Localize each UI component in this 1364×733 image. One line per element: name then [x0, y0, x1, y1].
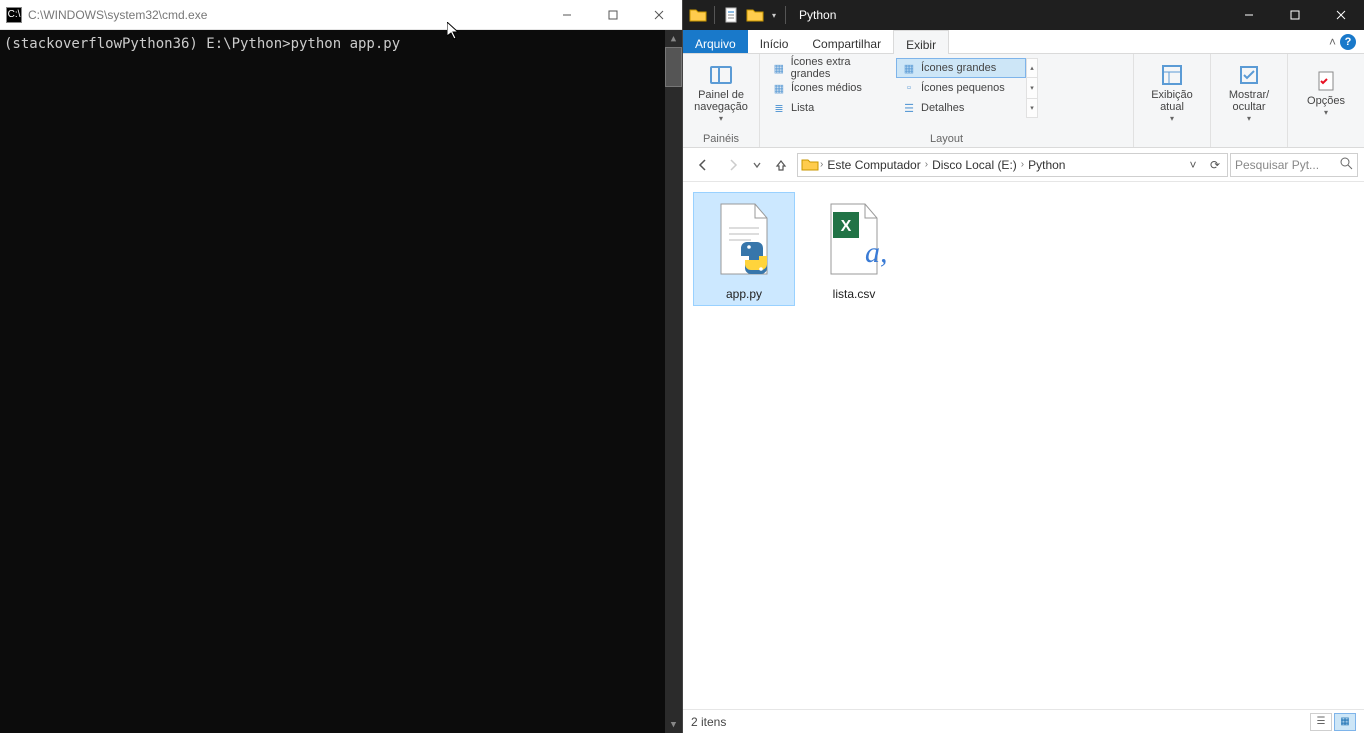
- file-item-app-py[interactable]: app.py: [693, 192, 795, 306]
- explorer-title: Python: [793, 8, 1226, 22]
- view-medium-icons[interactable]: ▦Ícones médios: [766, 78, 896, 98]
- view-small-icons[interactable]: ▫Ícones pequenos: [896, 78, 1026, 98]
- navigation-pane-icon: [710, 66, 732, 84]
- cmd-titlebar[interactable]: C:\ C:\WINDOWS\system32\cmd.exe: [0, 0, 682, 30]
- ribbon-group-layout-label: Layout: [766, 131, 1127, 145]
- show-hide-label: Mostrar/ ocultar: [1218, 89, 1280, 114]
- back-button[interactable]: [689, 151, 717, 179]
- ribbon-group-panes: Painel de navegação ▾ Painéis: [683, 54, 760, 147]
- cmd-scrollbar[interactable]: ▲ ▼: [665, 30, 682, 733]
- layout-gallery-spinner[interactable]: ▴▾▾: [1026, 58, 1038, 118]
- file-name: lista.csv: [833, 287, 876, 301]
- python-file-icon: [704, 197, 784, 283]
- ribbon-group-panes-label: Painéis: [689, 131, 753, 145]
- tab-view[interactable]: Exibir: [893, 30, 949, 54]
- navigation-pane-label: Painel de navegação: [690, 89, 752, 114]
- view-list[interactable]: ≣Lista: [766, 98, 896, 118]
- scroll-track[interactable]: [665, 87, 682, 716]
- qat-dropdown-icon[interactable]: ▾: [768, 11, 780, 20]
- search-input[interactable]: Pesquisar Pyt...: [1230, 153, 1358, 177]
- status-bar: 2 itens ☰ ▦: [683, 709, 1364, 733]
- ribbon-group-current-view: Exibição atual ▾ x: [1134, 54, 1211, 147]
- search-placeholder: Pesquisar Pyt...: [1235, 158, 1319, 172]
- file-name: app.py: [726, 287, 762, 301]
- qat-folder-icon[interactable]: [687, 4, 709, 26]
- tab-file[interactable]: Arquivo: [683, 30, 748, 53]
- address-row: › Este Computador › Disco Local (E:) › P…: [683, 148, 1364, 182]
- qat-properties-icon[interactable]: [720, 4, 742, 26]
- search-icon: [1340, 157, 1353, 173]
- scroll-thumb[interactable]: [665, 47, 682, 87]
- breadcrumb-segment[interactable]: Este Computador: [823, 158, 924, 172]
- status-icons-view-button[interactable]: ▦: [1334, 713, 1356, 731]
- options-button[interactable]: Opções ▾: [1294, 58, 1358, 124]
- maximize-button[interactable]: [590, 0, 636, 29]
- qat-newfolder-icon[interactable]: [744, 4, 766, 26]
- breadcrumb-segment[interactable]: Disco Local (E:): [928, 158, 1021, 172]
- view-large-icons[interactable]: ▦Ícones grandes: [896, 58, 1026, 78]
- help-icon[interactable]: ?: [1340, 34, 1356, 50]
- tab-share[interactable]: Compartilhar: [800, 30, 893, 53]
- csv-file-icon: X a,: [814, 197, 894, 283]
- ribbon-group-layout: ▦Ícones extra grandes ▦Ícones médios ≣Li…: [760, 54, 1134, 147]
- cmd-icon: C:\: [6, 7, 22, 23]
- forward-button[interactable]: [719, 151, 747, 179]
- close-button[interactable]: [1318, 0, 1364, 30]
- current-view-label: Exibição atual: [1141, 89, 1203, 114]
- address-dropdown-button[interactable]: ˅: [1183, 155, 1203, 175]
- qat-separator: [714, 6, 715, 24]
- tab-home[interactable]: Início: [748, 30, 801, 53]
- status-details-view-button[interactable]: ☰: [1310, 713, 1332, 731]
- qat-separator-2: [785, 6, 786, 24]
- refresh-button[interactable]: ⟳: [1205, 155, 1225, 175]
- cmd-window: C:\ C:\WINDOWS\system32\cmd.exe (stackov…: [0, 0, 682, 733]
- svg-text:a,: a,: [865, 236, 888, 269]
- file-item-lista-csv[interactable]: X a, lista.csv: [803, 192, 905, 306]
- svg-text:X: X: [841, 218, 852, 235]
- navigation-pane-button[interactable]: Painel de navegação ▾: [689, 58, 753, 124]
- minimize-button[interactable]: [1226, 0, 1272, 30]
- cmd-title: C:\WINDOWS\system32\cmd.exe: [28, 8, 544, 22]
- status-text: 2 itens: [691, 715, 726, 729]
- address-bar[interactable]: › Este Computador › Disco Local (E:) › P…: [797, 153, 1228, 177]
- explorer-titlebar[interactable]: ▾ Python: [683, 0, 1364, 30]
- options-label: Opções: [1307, 95, 1345, 108]
- file-list[interactable]: app.py X a, lista.csv: [683, 182, 1364, 709]
- ribbon-collapse-icon[interactable]: ˄: [1329, 35, 1336, 49]
- ribbon-tabs: Arquivo Início Compartilhar Exibir ˄ ?: [683, 30, 1364, 54]
- show-hide-button[interactable]: Mostrar/ ocultar ▾: [1217, 58, 1281, 124]
- maximize-button[interactable]: [1272, 0, 1318, 30]
- cmd-prompt-line: (stackoverflowPython36) E:\Python>python…: [4, 36, 678, 52]
- explorer-window: ▾ Python Arquivo Início Compartilhar Exi…: [682, 0, 1364, 733]
- ribbon-group-show-hide: Mostrar/ ocultar ▾ x: [1211, 54, 1288, 147]
- current-view-button[interactable]: Exibição atual ▾: [1140, 58, 1204, 124]
- address-folder-icon: [800, 155, 820, 175]
- scroll-down-arrow[interactable]: ▼: [665, 716, 682, 733]
- recent-locations-button[interactable]: [749, 151, 765, 179]
- cmd-terminal[interactable]: (stackoverflowPython36) E:\Python>python…: [0, 30, 682, 733]
- breadcrumb-segment[interactable]: Python: [1024, 158, 1069, 172]
- ribbon-group-options: Opções ▾ x: [1288, 54, 1364, 147]
- up-button[interactable]: [767, 151, 795, 179]
- close-button[interactable]: [636, 0, 682, 29]
- scroll-up-arrow[interactable]: ▲: [665, 30, 682, 47]
- ribbon: Painel de navegação ▾ Painéis ▦Ícones ex…: [683, 54, 1364, 148]
- minimize-button[interactable]: [544, 0, 590, 29]
- view-extra-large-icons[interactable]: ▦Ícones extra grandes: [766, 58, 896, 78]
- view-details[interactable]: ☰Detalhes: [896, 98, 1026, 118]
